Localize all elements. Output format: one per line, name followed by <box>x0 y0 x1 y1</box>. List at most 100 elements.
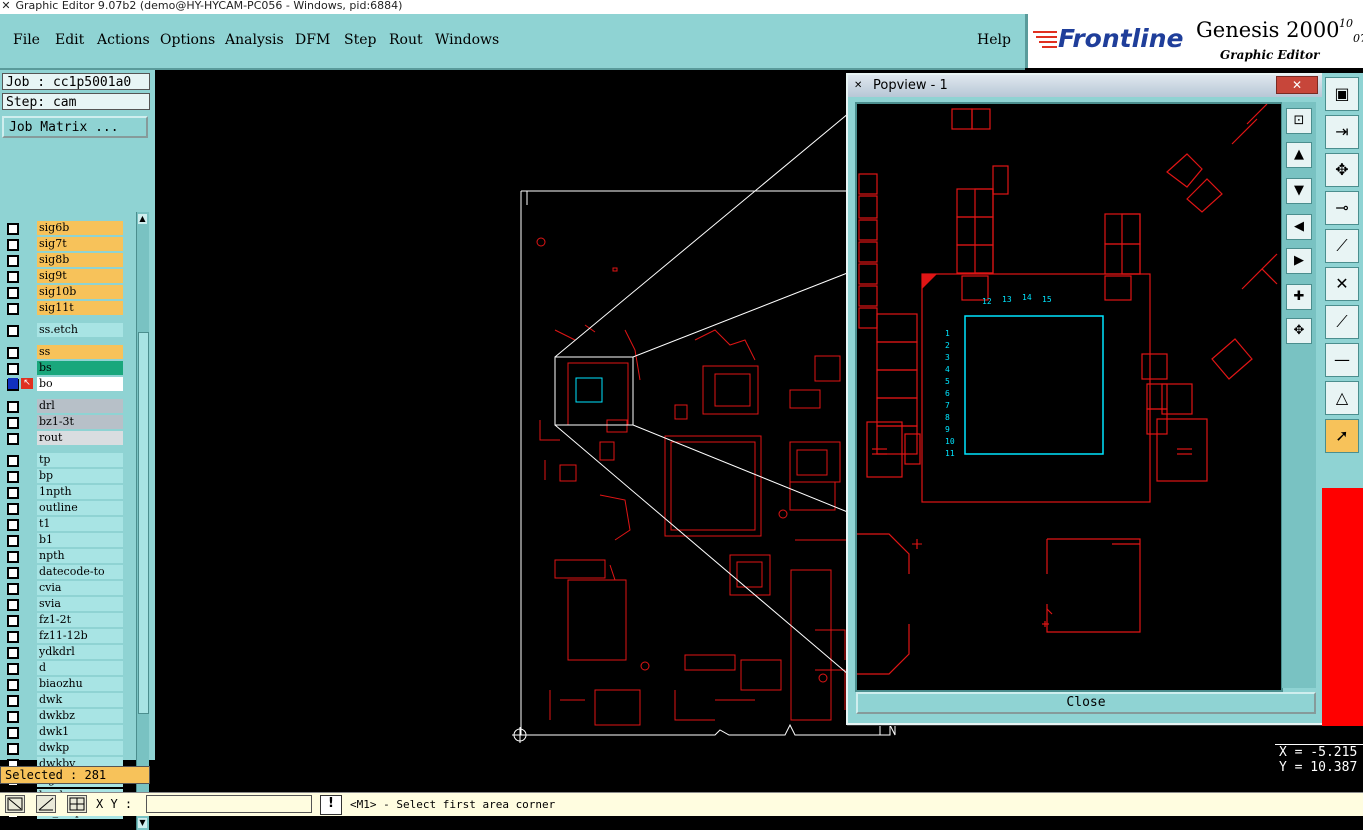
layer-name[interactable]: d <box>37 661 123 675</box>
layer-checkbox[interactable] <box>7 271 19 283</box>
layer-name[interactable]: dwk1 <box>37 725 123 739</box>
job-matrix-button[interactable]: Job Matrix ... <box>2 116 148 138</box>
toolbar-delete-icon[interactable]: ✕ <box>1325 267 1359 301</box>
popview-close-button[interactable]: Close <box>856 692 1316 714</box>
layer-checkbox[interactable] <box>7 223 19 235</box>
layer-name[interactable]: datecode-to <box>37 565 123 579</box>
scrollbar-thumb[interactable] <box>138 332 149 714</box>
layer-name[interactable]: sig10b <box>37 285 123 299</box>
layer-checkbox[interactable] <box>7 647 19 659</box>
layer-checkbox[interactable] <box>7 287 19 299</box>
layer-row[interactable]: dwk1 <box>3 725 123 739</box>
pan-right-icon[interactable]: ▶ <box>1286 248 1312 274</box>
layer-checkbox[interactable] <box>7 503 19 515</box>
menu-edit[interactable]: Edit <box>55 32 84 48</box>
layer-row[interactable]: fz1-2t <box>3 613 123 627</box>
layer-name[interactable]: ydkdrl <box>37 645 123 659</box>
layer-checkbox[interactable] <box>7 347 19 359</box>
popview-canvas[interactable]: 1 2 3 4 5 6 7 8 9 10 11 12 13 14 15 <box>855 102 1283 692</box>
menu-actions[interactable]: Actions <box>97 32 150 48</box>
layer-row[interactable]: outline <box>3 501 123 515</box>
layer-checkbox[interactable] <box>7 325 19 337</box>
layer-row[interactable]: rout <box>3 431 123 445</box>
menu-step[interactable]: Step <box>344 32 376 48</box>
scroll-down-icon[interactable]: ▼ <box>138 818 147 828</box>
zoom-out-icon[interactable]: ✥ <box>1286 318 1312 344</box>
pan-down-icon[interactable]: ▼ <box>1286 178 1312 204</box>
toolbar-line-icon[interactable]: — <box>1325 343 1359 377</box>
layer-name[interactable]: t1 <box>37 517 123 531</box>
layer-row[interactable]: ss <box>3 345 123 359</box>
layer-name[interactable]: tp <box>37 453 123 467</box>
layer-checkbox[interactable] <box>7 663 19 675</box>
layer-name[interactable]: svia <box>37 597 123 611</box>
message-icon[interactable]: ! <box>320 795 342 815</box>
layer-checkbox[interactable] <box>7 711 19 723</box>
layer-name[interactable]: fz1-2t <box>37 613 123 627</box>
layer-name[interactable]: ss.etch <box>37 323 123 337</box>
menu-options[interactable]: Options <box>160 32 215 48</box>
app-close-icon[interactable]: ✕ <box>0 0 12 12</box>
layer-checkbox[interactable] <box>7 599 19 611</box>
layer-row[interactable]: sig6b <box>3 221 123 235</box>
layer-row[interactable]: d <box>3 661 123 675</box>
layer-name[interactable]: bs <box>37 361 123 375</box>
menu-file[interactable]: File <box>13 32 40 48</box>
layer-name[interactable]: dwk <box>37 693 123 707</box>
layer-row[interactable]: sig10b <box>3 285 123 299</box>
layer-checkbox[interactable] <box>7 455 19 467</box>
layer-name[interactable]: rout <box>37 431 123 445</box>
layer-checkbox[interactable] <box>7 631 19 643</box>
grid-icon[interactable] <box>67 795 87 813</box>
layer-name[interactable]: dwkbz <box>37 709 123 723</box>
layer-name[interactable]: outline <box>37 501 123 515</box>
scroll-up-icon[interactable]: ▲ <box>138 214 147 224</box>
layer-row[interactable]: sig11t <box>3 301 123 315</box>
popview-close-icon[interactable]: ✕ <box>1276 76 1318 94</box>
layer-name[interactable]: biaozhu <box>37 677 123 691</box>
layer-row[interactable]: ydkdrl <box>3 645 123 659</box>
layer-name[interactable]: bo <box>37 377 123 391</box>
toolbar-save-icon[interactable]: ▣ <box>1325 77 1359 111</box>
layer-name[interactable]: b1 <box>37 533 123 547</box>
toolbar-select-icon[interactable]: ➚ <box>1325 419 1359 453</box>
layer-row[interactable]: biaozhu <box>3 677 123 691</box>
zoom-box-icon[interactable] <box>5 795 25 813</box>
layer-row[interactable]: sig9t <box>3 269 123 283</box>
layer-name[interactable]: 1npth <box>37 485 123 499</box>
layer-row[interactable]: cvia <box>3 581 123 595</box>
layer-row[interactable]: sig7t <box>3 237 123 251</box>
layer-checkbox[interactable] <box>7 471 19 483</box>
layer-checkbox[interactable] <box>7 255 19 267</box>
layer-row[interactable]: bo ↖ <box>3 377 123 391</box>
toolbar-move-icon[interactable]: ⇥ <box>1325 115 1359 149</box>
layer-row[interactable]: b1 <box>3 533 123 547</box>
layer-name[interactable]: cvia <box>37 581 123 595</box>
layer-list-scrollbar[interactable]: ▲ ▼ <box>136 212 149 830</box>
layer-row[interactable]: fz11-12b <box>3 629 123 643</box>
layer-checkbox[interactable] <box>7 583 19 595</box>
layer-name[interactable]: sig7t <box>37 237 123 251</box>
toolbar-draw-line-icon[interactable]: ⟋ <box>1325 229 1359 263</box>
menu-dfm[interactable]: DFM <box>295 32 330 48</box>
layer-row[interactable]: tp <box>3 453 123 467</box>
layer-checkbox[interactable] <box>7 695 19 707</box>
layer-name[interactable]: sig9t <box>37 269 123 283</box>
zoom-in-icon[interactable]: ✚ <box>1286 284 1312 310</box>
layer-name[interactable]: dwkp <box>37 741 123 755</box>
layer-row[interactable]: dwkp <box>3 741 123 755</box>
layer-row[interactable]: npth <box>3 549 123 563</box>
layer-row[interactable]: svia <box>3 597 123 611</box>
toolbar-pan-icon[interactable]: ✥ <box>1325 153 1359 187</box>
layer-name[interactable]: sig8b <box>37 253 123 267</box>
layer-checkbox[interactable] <box>7 679 19 691</box>
toolbar-triangle-icon[interactable]: △ <box>1325 381 1359 415</box>
layer-name[interactable]: ss <box>37 345 123 359</box>
layer-row[interactable]: 1npth <box>3 485 123 499</box>
layer-checkbox[interactable] <box>7 303 19 315</box>
menu-rout[interactable]: Rout <box>389 32 423 48</box>
layer-row[interactable]: datecode-to <box>3 565 123 579</box>
menu-windows[interactable]: Windows <box>435 32 499 48</box>
toolbar-measure-icon[interactable]: ⊸ <box>1325 191 1359 225</box>
layer-name[interactable]: fz11-12b <box>37 629 123 643</box>
